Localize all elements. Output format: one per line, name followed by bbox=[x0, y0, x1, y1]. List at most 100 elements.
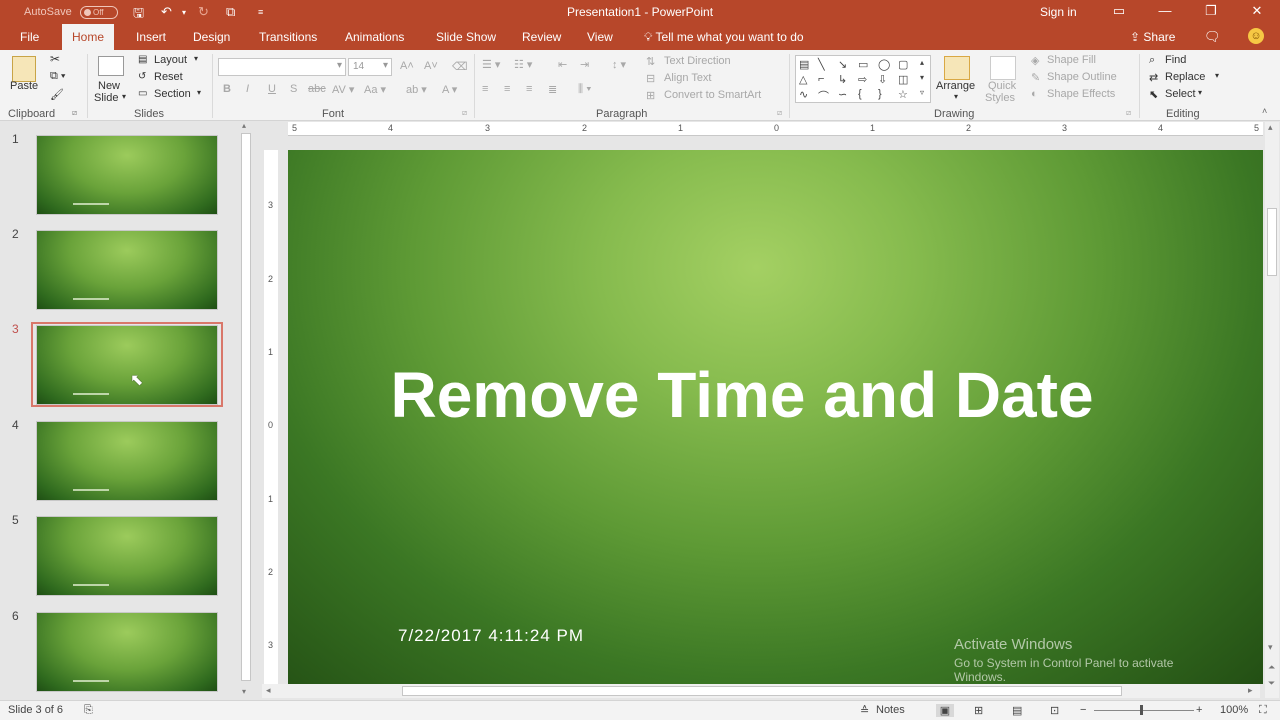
new-slide-dropdown-icon[interactable]: ▾ bbox=[122, 92, 126, 101]
bold-icon[interactable]: B bbox=[223, 83, 231, 95]
zoom-slider[interactable] bbox=[1094, 710, 1194, 711]
arrow-line-shape-icon[interactable]: ↘ bbox=[838, 58, 847, 71]
right-arrow-shape-icon[interactable]: ⇨ bbox=[858, 73, 867, 86]
comments-icon[interactable]: 🗨︎ bbox=[1204, 29, 1221, 45]
elbow-connector-icon[interactable]: ⌐ bbox=[818, 73, 824, 85]
increase-indent-icon[interactable]: ⇥ bbox=[580, 58, 589, 71]
align-right-icon[interactable]: ≡ bbox=[526, 83, 532, 95]
tab-slide-show[interactable]: Slide Show bbox=[426, 24, 506, 50]
justify-icon[interactable]: ≣ bbox=[548, 83, 557, 96]
font-launcher-icon[interactable]: ⧄ bbox=[462, 108, 467, 118]
slide-thumbnail-selected[interactable]: ⬉ bbox=[36, 325, 218, 405]
scroll-up-icon[interactable]: ▴ bbox=[242, 121, 246, 130]
line-spacing-icon[interactable]: ↕ ▾ bbox=[612, 58, 626, 71]
arrange-icon[interactable] bbox=[944, 56, 970, 80]
slide-thumbnail[interactable] bbox=[36, 135, 218, 215]
rectangle-shape-icon[interactable]: ▭ bbox=[858, 58, 868, 71]
slide-canvas[interactable]: Remove Time and Date 7/22/2017 4:11:24 P… bbox=[288, 150, 1263, 684]
previous-slide-icon[interactable]: ⏶ bbox=[1268, 662, 1275, 673]
freeform-shape-icon[interactable]: ∿ bbox=[799, 88, 808, 101]
down-arrow-shape-icon[interactable]: ⇩ bbox=[878, 73, 887, 86]
font-size-dropdown-icon[interactable]: ▾ bbox=[383, 60, 388, 71]
callout-shape-icon[interactable]: ◫ bbox=[898, 73, 908, 86]
paste-icon[interactable] bbox=[12, 56, 36, 82]
slide-thumbnail[interactable] bbox=[36, 421, 218, 501]
select-dropdown-icon[interactable]: ▾ bbox=[1198, 88, 1202, 97]
scroll-up-icon[interactable]: ▴ bbox=[1268, 122, 1273, 133]
share-button[interactable]: ⇪ Share bbox=[1130, 30, 1175, 44]
scrollbar-thumb[interactable] bbox=[241, 133, 251, 681]
minimize-icon[interactable]: — bbox=[1150, 3, 1180, 18]
highlight-icon[interactable]: ab ▾ bbox=[406, 83, 427, 96]
convert-smartart-button[interactable]: Convert to SmartArt bbox=[664, 89, 761, 101]
strikethrough-icon[interactable]: abc bbox=[308, 83, 326, 95]
normal-view-icon[interactable]: ▣ bbox=[936, 704, 954, 717]
restore-icon[interactable]: ❐ bbox=[1196, 3, 1226, 19]
bullets-icon[interactable]: ☰ ▾ bbox=[482, 58, 500, 71]
copy-icon[interactable]: ⧉ ▾ bbox=[50, 70, 66, 83]
columns-icon[interactable]: ⫼ ▾ bbox=[578, 83, 591, 96]
align-left-icon[interactable]: ≡ bbox=[482, 83, 488, 95]
close-icon[interactable]: ✕ bbox=[1242, 3, 1272, 19]
next-slide-icon[interactable]: ⏷ bbox=[1268, 678, 1275, 689]
gallery-more-icon[interactable]: ▿ bbox=[920, 88, 924, 97]
scroll-left-icon[interactable]: ◂ bbox=[266, 685, 271, 696]
arc-shape-icon[interactable]: ⌒ bbox=[818, 88, 829, 104]
find-button[interactable]: Find bbox=[1165, 54, 1186, 66]
line-shape-icon[interactable]: ╲ bbox=[818, 58, 825, 71]
decrease-indent-icon[interactable]: ⇤ bbox=[558, 58, 567, 71]
new-slide-button[interactable]: New bbox=[98, 80, 120, 92]
fit-slide-icon[interactable]: ⛶ bbox=[1259, 704, 1267, 717]
replace-dropdown-icon[interactable]: ▾ bbox=[1215, 71, 1219, 80]
paragraph-launcher-icon[interactable]: ⧄ bbox=[777, 108, 782, 118]
font-name-dropdown-icon[interactable]: ▾ bbox=[337, 60, 342, 71]
align-center-icon[interactable]: ≡ bbox=[504, 83, 510, 95]
gallery-up-icon[interactable]: ▴ bbox=[920, 58, 924, 67]
tab-transitions[interactable]: Transitions bbox=[249, 24, 327, 50]
scrollbar-thumb[interactable] bbox=[1267, 208, 1277, 276]
format-painter-icon[interactable]: 🖌︎ bbox=[50, 88, 64, 101]
select-button[interactable]: Select bbox=[1165, 88, 1196, 100]
change-case-icon[interactable]: Aa ▾ bbox=[364, 83, 386, 96]
zoom-level[interactable]: 100% bbox=[1220, 704, 1248, 716]
right-brace-shape-icon[interactable]: } bbox=[878, 88, 882, 100]
grow-font-icon[interactable]: A˄ bbox=[400, 60, 414, 72]
numbering-icon[interactable]: ☷ ▾ bbox=[514, 58, 532, 71]
thumbnail-scrollbar[interactable]: ▴ ▾ bbox=[240, 121, 252, 699]
paste-button[interactable]: Paste bbox=[10, 80, 38, 92]
zoom-slider-thumb[interactable] bbox=[1140, 705, 1143, 715]
shape-outline-button[interactable]: Shape Outline bbox=[1047, 71, 1117, 83]
underline-icon[interactable]: U bbox=[268, 83, 276, 95]
shape-fill-button[interactable]: Shape Fill bbox=[1047, 54, 1096, 66]
feedback-smiley-icon[interactable]: ☺ bbox=[1248, 28, 1264, 44]
gallery-down-icon[interactable]: ▾ bbox=[920, 73, 924, 82]
tab-file[interactable]: File bbox=[10, 24, 49, 50]
slide-thumbnail[interactable] bbox=[36, 612, 218, 692]
replace-button[interactable]: Replace bbox=[1165, 71, 1205, 83]
ribbon-display-options-icon[interactable]: ▭ bbox=[1104, 3, 1134, 19]
character-spacing-icon[interactable]: AV ▾ bbox=[332, 83, 354, 96]
slide-sorter-icon[interactable]: ⊞ bbox=[974, 704, 983, 717]
cut-icon[interactable]: ✂ bbox=[50, 52, 60, 66]
align-text-button[interactable]: Align Text bbox=[664, 72, 712, 84]
curve-shape-icon[interactable]: ∽ bbox=[838, 88, 847, 101]
new-slide-icon[interactable] bbox=[98, 56, 124, 76]
slide-thumbnail[interactable] bbox=[36, 516, 218, 596]
notes-button[interactable]: Notes bbox=[876, 704, 905, 716]
rounded-rect-shape-icon[interactable]: ▢ bbox=[898, 58, 908, 71]
tab-home[interactable]: Home bbox=[62, 24, 115, 50]
arrange-button[interactable]: Arrange bbox=[936, 80, 975, 92]
layout-dropdown-icon[interactable]: ▾ bbox=[194, 54, 198, 63]
font-color-icon[interactable]: A ▾ bbox=[442, 83, 457, 96]
scrollbar-thumb[interactable] bbox=[402, 686, 1122, 696]
reading-view-icon[interactable]: ▤ bbox=[1012, 704, 1022, 717]
vertical-scrollbar[interactable]: ▴ ▾ ⏶ ⏷ bbox=[1265, 122, 1279, 698]
spell-check-icon[interactable]: ⎘ bbox=[84, 704, 93, 717]
tab-animations[interactable]: Animations bbox=[335, 24, 414, 50]
oval-shape-icon[interactable]: ◯ bbox=[878, 58, 890, 71]
tab-insert[interactable]: Insert bbox=[126, 24, 176, 50]
new-slide-label-2[interactable]: Slide bbox=[94, 92, 118, 104]
section-dropdown-icon[interactable]: ▾ bbox=[197, 88, 201, 97]
drawing-launcher-icon[interactable]: ⧄ bbox=[1126, 108, 1131, 118]
quick-styles-button[interactable]: Quick bbox=[988, 80, 1016, 92]
